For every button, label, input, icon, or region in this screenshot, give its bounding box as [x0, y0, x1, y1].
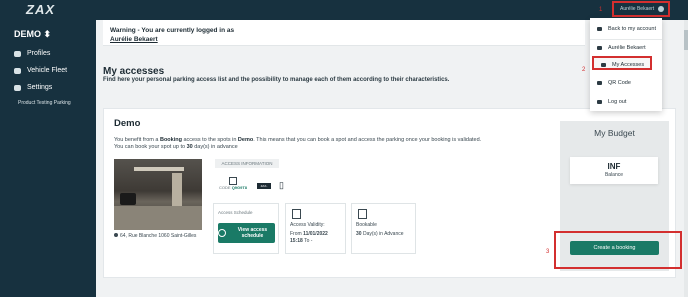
sidebar-item-profiles[interactable]: Profiles — [14, 50, 50, 57]
calendar-icon — [292, 209, 301, 219]
warning-text: Warning - You are currently logged in as — [110, 27, 235, 34]
user-dropdown-menu: Back to my account Aurélie Bekaert My Ac… — [590, 18, 662, 111]
create-booking-button[interactable]: Create a booking — [570, 241, 659, 255]
annotation-number: 1 — [599, 7, 603, 13]
sidebar-item-vehicle-fleet[interactable]: Vehicle Fleet — [14, 67, 67, 74]
annotation-number: 3 — [546, 249, 550, 255]
sidebar-item-settings[interactable]: Settings — [14, 84, 52, 91]
scrollbar-thumb[interactable] — [684, 30, 688, 50]
menu-item-my-accesses[interactable]: My Accesses — [592, 56, 652, 70]
clock-icon — [218, 229, 226, 237]
balance-label: Balance — [604, 172, 624, 178]
access-schedule-label: Access Schedule — [218, 210, 253, 215]
sidebar-item-product-testing-parking[interactable]: Product Testing Parking — [18, 100, 71, 106]
user-icon — [658, 6, 664, 12]
menu-item-user-profile[interactable]: Aurélie Bekaert — [590, 41, 662, 55]
access-information-tab: ACCESS INFORMATION — [215, 159, 279, 168]
gear-icon — [14, 84, 21, 91]
badge-icon: ZAX-BADGE — [257, 183, 271, 194]
user-menu-button[interactable]: Aurélie Bekaert — [612, 1, 670, 17]
page-scrollbar[interactable] — [684, 20, 688, 297]
access-schedule-box: Access Schedule View access schedule — [213, 203, 279, 254]
mobile-phone-icon: ▯ — [279, 180, 284, 190]
access-methods: CODE Q9G9T8 ZAX-BADGE ▯ — [215, 177, 305, 197]
access-validity-box: Access Validity: From 11/01/2022 15:18 T… — [285, 203, 346, 254]
access-card-title: Demo — [114, 118, 141, 129]
annotation-number: 2 — [582, 67, 586, 73]
sidebar: DEMO ⬍ Profiles Vehicle Fleet Settings P… — [0, 20, 96, 297]
user-name-label: Aurélie Bekaert — [620, 6, 655, 12]
org-switcher[interactable]: DEMO ⬍ — [14, 29, 51, 40]
bookable-box: Bookable 30 Day(s) in Advance — [351, 203, 416, 254]
box-icon — [601, 63, 606, 67]
eye-icon — [597, 27, 602, 31]
balance-card: INF Balance — [570, 157, 658, 184]
users-icon — [14, 50, 21, 57]
power-icon — [597, 100, 602, 104]
budget-title: My Budget — [594, 128, 635, 138]
qr-icon — [597, 81, 602, 85]
access-description: You benefit from a Booking access to the… — [114, 137, 482, 150]
keypad-icon — [229, 177, 237, 185]
bookable-value: 30 Day(s) in Advance — [356, 231, 404, 237]
car-icon — [14, 67, 21, 74]
calendar-icon — [358, 209, 367, 219]
access-code: CODE Q9G9T8 — [219, 185, 248, 190]
access-validity-label: Access Validity: — [290, 222, 325, 228]
parking-photo — [114, 159, 202, 230]
page-subtitle: Find here your personal parking access l… — [103, 77, 450, 83]
menu-item-qr-code[interactable]: QR Code — [590, 76, 662, 90]
balance-value: INF — [607, 162, 621, 171]
parking-address: 64, Rue Blanche 1060 Saint-Gilles — [114, 233, 199, 239]
impersonation-warning: Warning - You are currently logged in as… — [103, 20, 585, 46]
location-pin-icon — [114, 233, 118, 237]
bookable-label: Bookable — [356, 222, 377, 228]
top-bar: ZAX Aurélie Bekaert 1 — [0, 0, 688, 20]
user-icon — [597, 46, 602, 50]
view-access-schedule-button[interactable]: View access schedule — [218, 223, 275, 243]
app-logo: ZAX — [26, 2, 55, 17]
warning-user-link[interactable]: Aurélie Bekaert — [110, 36, 158, 43]
menu-item-log-out[interactable]: Log out — [590, 95, 662, 109]
access-validity-value: From 11/01/2022 15:18 To - — [290, 231, 328, 244]
page-title: My accesses — [103, 66, 165, 77]
menu-item-back-to-account[interactable]: Back to my account — [590, 22, 662, 36]
